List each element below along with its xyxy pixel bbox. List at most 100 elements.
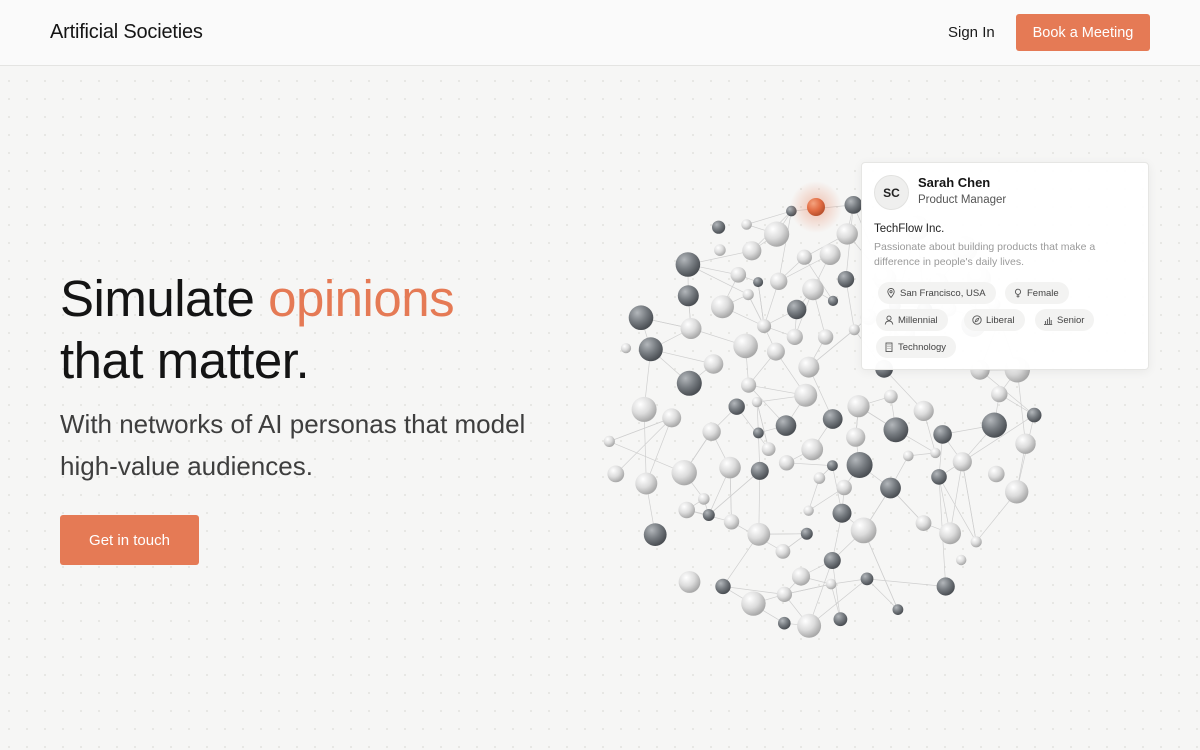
network-node (846, 427, 866, 447)
network-node (620, 343, 632, 354)
network-node (860, 572, 874, 586)
network-node (833, 612, 848, 627)
network-node (827, 295, 839, 306)
tag-seniority: Senior (1035, 309, 1095, 331)
network-node (742, 289, 754, 301)
network-node (803, 505, 814, 516)
network-edge (863, 530, 899, 610)
network-node (631, 396, 657, 422)
network-node (931, 469, 947, 485)
network-node (757, 319, 772, 334)
avatar: SC (874, 175, 909, 210)
brand-logo-text[interactable]: Artificial Societies (50, 21, 203, 44)
network-node (628, 305, 654, 330)
network-node (956, 554, 967, 566)
network-node (671, 460, 697, 486)
network-node (751, 396, 763, 408)
network-node (836, 223, 858, 245)
network-node (678, 501, 695, 519)
tag-location: San Francisco, USA (878, 282, 996, 304)
top-navigation-bar: Artificial Societies Sign In Book a Meet… (0, 0, 1200, 66)
network-node (719, 456, 741, 479)
network-node (662, 408, 682, 428)
network-node (753, 277, 764, 288)
tag-label: San Francisco, USA (900, 287, 986, 299)
network-node (823, 552, 841, 569)
network-node (776, 586, 792, 602)
tag-label: Technology (898, 341, 947, 353)
network-node (817, 329, 834, 345)
network-node (750, 461, 769, 480)
book-meeting-button[interactable]: Book a Meeting (1016, 14, 1150, 51)
tag-label: Liberal (986, 314, 1015, 326)
persona-bio: Passionate about building products that … (874, 241, 1096, 268)
hero-title: Simulate opinions that matter. (60, 268, 580, 392)
network-node (741, 377, 757, 393)
network-node (676, 370, 702, 396)
network-edge (866, 578, 946, 587)
network-node (988, 465, 1005, 483)
network-node (880, 477, 901, 499)
network-node (778, 616, 791, 630)
network-node (1026, 407, 1042, 423)
persona-name: Sarah Chen (918, 175, 991, 190)
hero-title-part2: that matter. (60, 332, 310, 389)
network-node (797, 613, 822, 638)
network-node (796, 249, 812, 265)
get-in-touch-button[interactable]: Get in touch (60, 515, 199, 565)
network-node (1015, 433, 1036, 454)
network-node (832, 503, 852, 523)
network-node (800, 527, 813, 540)
network-node (819, 244, 841, 265)
network-edge (866, 578, 899, 610)
network-node (798, 356, 820, 378)
tag-label: Senior (1057, 314, 1085, 326)
network-node (933, 425, 952, 444)
network-node (939, 522, 961, 545)
gender-icon (1014, 288, 1022, 298)
network-node (702, 509, 715, 521)
network-node (844, 196, 863, 214)
network-node (635, 472, 658, 495)
network-node (761, 442, 776, 456)
network-node (680, 318, 702, 339)
network-node (712, 220, 726, 234)
network-node (846, 452, 873, 478)
network-edge (831, 560, 841, 620)
network-node (991, 385, 1008, 403)
network-node (643, 523, 667, 546)
sign-in-link[interactable]: Sign In (948, 24, 995, 41)
hero-title-part1: Simulate (60, 270, 269, 327)
network-node (883, 389, 898, 404)
network-node (892, 604, 904, 615)
highlighted-persona-node[interactable] (807, 198, 825, 216)
hero-subtitle: With networks of AI personas that model … (60, 409, 526, 481)
persona-card[interactable]: SC Sarah Chen Product Manager TechFlow I… (861, 162, 1149, 370)
building-icon (885, 342, 893, 352)
location-pin-icon (887, 288, 895, 298)
network-edge (708, 470, 761, 516)
network-node (1005, 480, 1029, 504)
network-node (786, 328, 803, 345)
network-node (847, 395, 870, 418)
network-node (703, 354, 724, 374)
network-node (607, 465, 625, 483)
network-edge (615, 417, 672, 475)
network-node (678, 571, 701, 593)
network-node (981, 412, 1007, 438)
network-node (742, 241, 762, 261)
network-node (791, 567, 811, 586)
network-node (714, 244, 726, 256)
hero-title-accent: opinions (268, 270, 455, 327)
network-node (730, 267, 747, 283)
network-node (952, 452, 972, 472)
network-node (638, 337, 663, 362)
network-node (822, 409, 843, 429)
network-node (715, 578, 731, 595)
network-node (753, 427, 764, 439)
network-node (794, 383, 818, 407)
network-node (677, 285, 699, 307)
network-node (915, 515, 932, 531)
network-node (801, 438, 824, 461)
tag-label: Millennial (898, 314, 938, 326)
